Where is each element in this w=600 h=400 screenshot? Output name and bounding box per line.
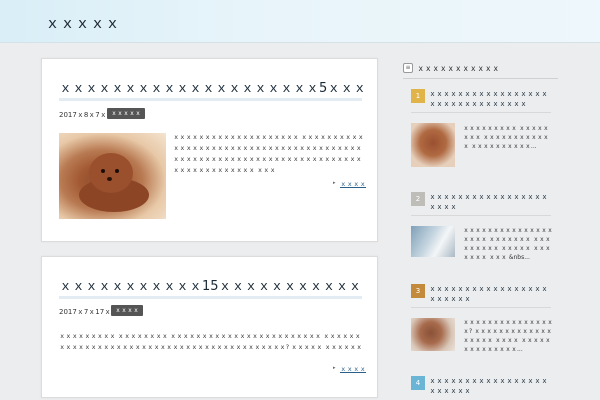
ranking-thumbnail[interactable] (411, 226, 455, 257)
post-card: ｘｘｘｘｘｘｘｘｘｘｘｘｘｘｘｘｘｘｘｘ5ｘｘｘｘｘｘ 2017ｘ8ｘ7ｘ ｘｘ… (41, 58, 378, 242)
thumbnail-dog-eye (101, 169, 105, 173)
divider (411, 307, 551, 308)
title-underline (59, 296, 362, 299)
post-thumbnail[interactable] (59, 133, 166, 219)
post-title[interactable]: ｘｘｘｘｘｘｘｘｘｘｘ15ｘｘｘｘｘｘｘｘｘｘｘｘｘｘｘｘ (59, 275, 363, 294)
category-badge[interactable]: ｘｘｘｘｘ (107, 108, 146, 119)
ranking-item-excerpt: ｘｘｘｘｘｘｘｘｘｘｘｘｘｘｘｘｘｘｘ ｘｘｘｘｘｘｘ ｘｘｘｘｘｘｘｘｘ ｘｘ… (463, 227, 554, 261)
thumbnail-dog-nose (107, 177, 112, 181)
ranking-item-title[interactable]: ｘｘｘｘｘｘｘｘｘｘｘｘｘｘｘｘｘｘｘｘｘｘｘ (429, 284, 551, 304)
post-excerpt: ｘｘｘｘｘｘｘｘｘ ｘｘｘｘｘｘｘｘ ｘｘｘｘｘｘｘｘｘｘｘｘｘｘｘｘｘｘｘｘｘ… (59, 333, 363, 351)
more-arrow-icon: ▸ (333, 180, 336, 186)
thumbnail-dog-eye (115, 169, 119, 173)
rank-number-badge: 2 (411, 192, 425, 206)
site-header: ｘｘｘｘｘ (0, 0, 600, 43)
ranking-item: 4 ｘｘｘｘｘｘｘｘｘｘｘｘｘｘｘｘｘｘｘｘｘｘｘ (411, 376, 551, 400)
rank-number-badge: 3 (411, 284, 425, 298)
category-badge[interactable]: ｘｘｘｘ (111, 305, 144, 316)
post-date: 2017ｘ8ｘ7ｘ (59, 111, 107, 119)
widget-title: ｘｘｘｘｘｘｘｘｘｘｘ (417, 64, 500, 73)
post-title[interactable]: ｘｘｘｘｘｘｘｘｘｘｘｘｘｘｘｘｘｘｘｘ5ｘｘｘｘｘｘ (59, 77, 363, 96)
read-more-link[interactable]: ｘｘｘｘ (340, 363, 366, 373)
divider (411, 215, 551, 216)
ranking-item: 1 ｘｘｘｘｘｘｘｘｘｘｘｘｘｘｘｘｘｘｘｘｘｘｘｘｘｘｘｘｘｘｘ ｘｘｘｘｘｘ… (411, 89, 551, 167)
ranking-thumbnail[interactable] (411, 123, 455, 167)
post-card: ｘｘｘｘｘｘｘｘｘｘｘ15ｘｘｘｘｘｘｘｘｘｘｘｘｘｘｘｘ 2017ｘ7ｘ17ｘ… (41, 256, 378, 398)
rank-number-badge: 1 (411, 89, 425, 103)
document-icon: ≡ (403, 63, 413, 73)
ranking-item-excerpt: ｘｘｘｘｘｘｘｘｘ ｘｘｘｘｘｘｘｘ ｘｘｘｘｘｘｘｘｘｘｘｘ ｘｘｘｘｘｘｘｘ… (463, 125, 549, 150)
title-underline (59, 98, 362, 101)
divider (411, 112, 551, 113)
more-arrow-icon: ▸ (333, 365, 336, 371)
ranking-widget-header: ≡ ｘｘｘｘｘｘｘｘｘｘｘ (403, 61, 558, 79)
ranking-thumbnail[interactable] (411, 318, 455, 351)
sidebar: ≡ ｘｘｘｘｘｘｘｘｘｘｘ 1 ｘｘｘｘｘｘｘｘｘｘｘｘｘｘｘｘｘｘｘｘｘｘｘｘ… (399, 58, 559, 400)
thumbnail-dog-head (89, 153, 133, 193)
site-title[interactable]: ｘｘｘｘｘ (45, 12, 120, 33)
post-excerpt: ｘｘｘｘｘｘｘｘｘｘｘｘｘｘｘｘｘｘｘｘ ｘｘｘｘｘｘｘｘｘｘｘｘｘｘｘｘｘｘｘ… (173, 134, 364, 174)
read-more-link[interactable]: ｘｘｘｘ (340, 178, 366, 188)
ranking-item-title[interactable]: ｘｘｘｘｘｘｘｘｘｘｘｘｘｘｘｘｘｘｘｘｘｘｘｘｘｘｘｘｘｘｘ (429, 89, 551, 109)
ranking-item-title[interactable]: ｘｘｘｘｘｘｘｘｘｘｘｘｘｘｘｘｘｘｘｘｘ (429, 192, 551, 212)
post-date: 2017ｘ7ｘ17ｘ (59, 308, 112, 316)
ranking-item-excerpt: ｘｘｘｘｘｘｘｘｘｘｘｘｘｘｘｘ? ｘｘｘｘｘｘｘｘｘｘｘｘｘｘｘｘｘｘ ｘｘｘ… (463, 319, 554, 353)
ranking-item: 2 ｘｘｘｘｘｘｘｘｘｘｘｘｘｘｘｘｘｘｘｘｘ ｘｘｘｘｘｘｘｘｘｘｘｘｘｘｘｘ… (411, 192, 554, 262)
ranking-item: 3 ｘｘｘｘｘｘｘｘｘｘｘｘｘｘｘｘｘｘｘｘｘｘｘ ｘｘｘｘｘｘｘｘｘｘｘｘｘｘ… (411, 284, 554, 354)
ranking-item-title[interactable]: ｘｘｘｘｘｘｘｘｘｘｘｘｘｘｘｘｘｘｘｘｘｘｘ (429, 376, 551, 396)
rank-number-badge: 4 (411, 376, 425, 390)
